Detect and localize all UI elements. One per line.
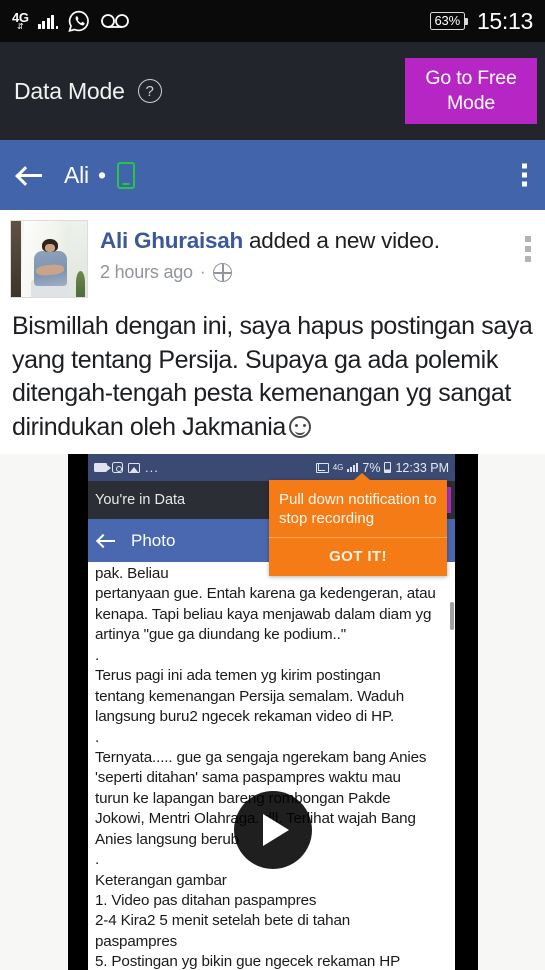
post-author-name[interactable]: Ali Ghuraisah xyxy=(100,228,243,253)
whatsapp-icon xyxy=(68,10,89,32)
nested-status-bar: ... 4G 7% 12:33 PM xyxy=(88,454,455,481)
nested-line: Terus pagi ini ada temen yg kirim postin… xyxy=(95,667,381,685)
recording-tooltip-message: Pull down notification to stop recording xyxy=(269,480,447,539)
os-status-bar: 4G ⇵ 63% 15:13 xyxy=(0,0,545,42)
post-meta: 2 hours ago · xyxy=(100,262,535,283)
nested-line: 'seperti ditahan' sama paspampres waktu … xyxy=(95,769,401,787)
app-bar: Ali • xyxy=(0,140,545,210)
mobile-phone-icon xyxy=(117,161,136,189)
video-attachment[interactable]: ... 4G 7% 12:33 PM You're in Data to Fre… xyxy=(0,454,545,970)
nested-app-bar-title: Photo xyxy=(131,530,176,550)
video-letterbox-left xyxy=(68,454,88,970)
nested-line: langsung buru2 ngecek rekaman video di H… xyxy=(95,708,395,726)
post-body-text: Bismillah dengan ini, saya hapus posting… xyxy=(12,312,533,441)
got-it-button: GOT IT! xyxy=(269,538,447,576)
nested-line: kenapa. Tapi beliau kaya menjawab dalam … xyxy=(95,605,432,623)
nested-line: . xyxy=(95,646,100,664)
post-header: Ali Ghuraisah added a new video. 2 hours… xyxy=(0,210,545,302)
nested-line: . xyxy=(95,728,100,746)
app-bar-menu-button[interactable] xyxy=(522,163,527,187)
nested-line: tentang kemenangan Persija semalam. Wadu… xyxy=(95,687,405,705)
nested-signal-bars-icon xyxy=(347,463,359,472)
data-mode-label: Data Mode xyxy=(14,77,125,104)
nested-back-arrow-icon xyxy=(97,533,117,549)
avatar[interactable] xyxy=(10,220,88,298)
video-frame-content: ... 4G 7% 12:33 PM You're in Data to Fre… xyxy=(88,454,455,970)
back-arrow-icon[interactable] xyxy=(16,163,46,187)
nested-data-mode-text: You're in Data xyxy=(95,492,186,508)
post-action-text: added a new video. xyxy=(243,228,440,253)
cast-icon xyxy=(315,462,329,473)
nested-line: Keterangan gambar xyxy=(95,871,227,889)
post-header-text: Ali Ghuraisah added a new video. 2 hours… xyxy=(100,220,535,283)
recording-tooltip: Pull down notification to stop recording… xyxy=(269,472,447,577)
nested-line: 1. Video pas ditahan paspampres xyxy=(95,892,317,909)
nested-line: pertanyaan gue. Entah karena ga kedenger… xyxy=(95,585,436,603)
status-bar-left-icons: 4G ⇵ xyxy=(12,9,130,33)
nested-battery-icon xyxy=(384,462,392,473)
nested-line: paspampres xyxy=(95,932,178,950)
nested-network-label: 4G xyxy=(332,462,344,472)
nested-line: 5. Postingan yg bikin gue ngecek rekaman… xyxy=(95,953,401,970)
signal-bars-icon xyxy=(37,14,58,29)
smiley-emoji xyxy=(288,415,311,438)
nested-post-text: pak. Beliau pertanyaan gue. Entah karena… xyxy=(88,562,455,970)
nested-line: Ternyata..... gue ga sengaja ngerekam ba… xyxy=(95,748,427,766)
nested-status-right-info: 4G 7% 12:33 PM xyxy=(315,454,449,481)
nested-line: artinya "gue ga diundang ke podium.." xyxy=(95,626,346,644)
screenshot-icon xyxy=(112,462,123,473)
voicemail-icon xyxy=(100,14,129,28)
nested-clock: 12:33 PM xyxy=(395,460,449,475)
nested-line: 2-4 Kira2 5 menit setelah bete di tahan xyxy=(95,912,351,930)
app-bar-separator: • xyxy=(97,161,107,188)
globe-icon xyxy=(212,262,232,282)
post-body: Bismillah dengan ini, saya hapus posting… xyxy=(0,302,545,454)
battery-indicator: 63% xyxy=(429,12,469,30)
play-button-icon[interactable] xyxy=(233,791,312,869)
status-bar-right-info: 63% 15:13 xyxy=(429,0,533,42)
data-mode-banner: Data Mode ? Go to Free Mode xyxy=(0,42,545,140)
status-bar-clock: 15:13 xyxy=(476,7,533,34)
app-bar-title: Ali xyxy=(64,161,89,188)
video-record-icon xyxy=(94,463,111,472)
image-icon xyxy=(128,462,140,473)
go-to-free-mode-button[interactable]: Go to Free Mode xyxy=(405,58,537,124)
network-4g-icon: 4G ⇵ xyxy=(12,10,29,31)
nested-scrollbar xyxy=(450,602,454,630)
meta-separator: · xyxy=(199,262,206,282)
overflow-ellipsis: ... xyxy=(145,460,159,475)
post-headline: Ali Ghuraisah added a new video. xyxy=(100,228,535,255)
post-menu-button[interactable] xyxy=(525,236,531,262)
help-icon[interactable]: ? xyxy=(137,79,162,103)
data-arrows-icon: ⇵ xyxy=(17,22,24,31)
post-timestamp: 2 hours ago xyxy=(100,261,193,282)
nested-status-left-icons: ... xyxy=(94,460,159,475)
video-letterbox-right xyxy=(455,454,478,970)
